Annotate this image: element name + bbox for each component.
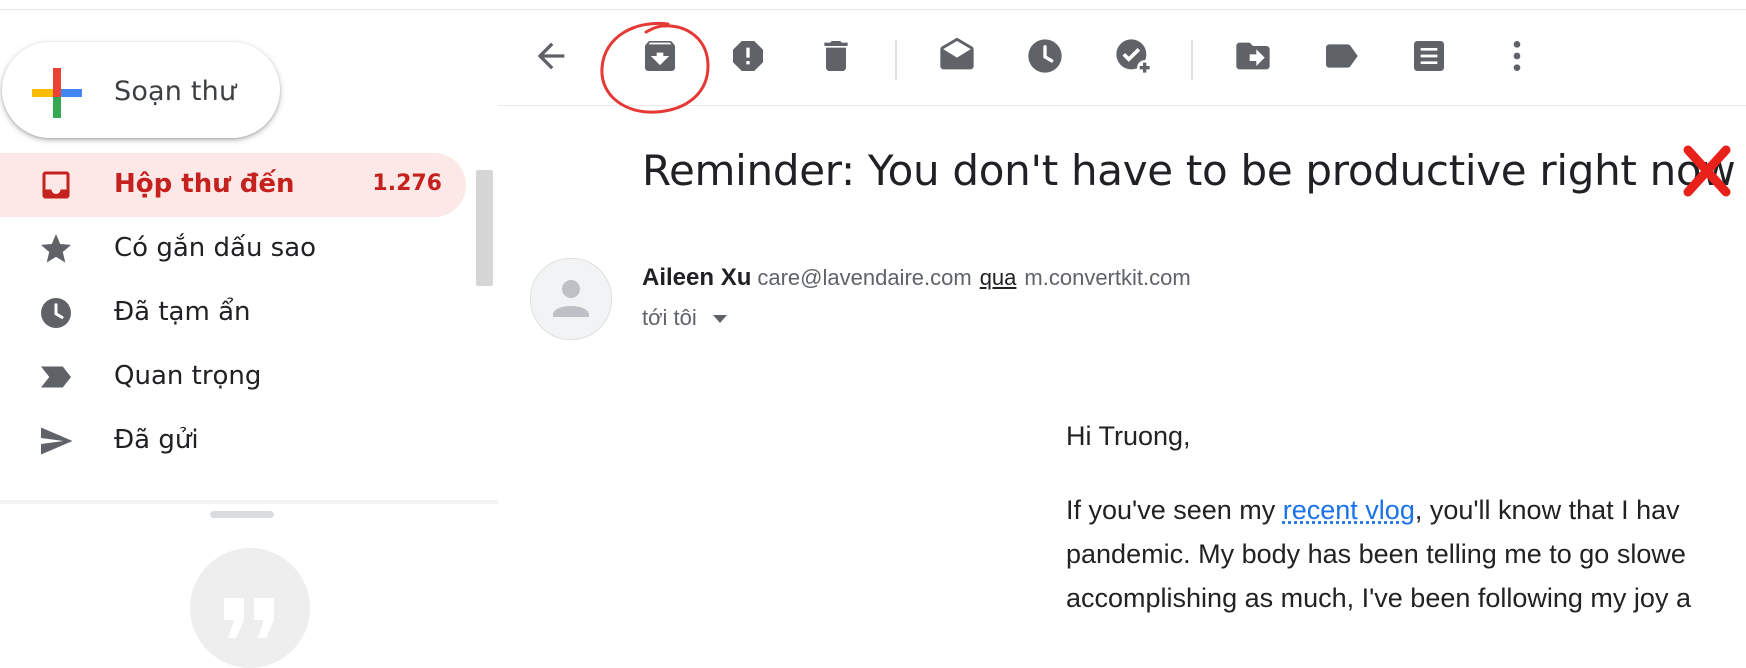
email-body: Hi Truong, If you've seen my recent vlog… xyxy=(1066,414,1746,620)
email-subject: Reminder: You don't have to be productiv… xyxy=(642,146,1735,195)
sidebar: Soạn thư Hộp thư đến 1.276 Có gắn dấu sa… xyxy=(0,10,498,624)
sidebar-item-label: Hộp thư đến xyxy=(114,169,295,199)
details-dropdown-icon[interactable] xyxy=(713,315,727,323)
mark-unread-icon xyxy=(937,36,977,76)
sender-email: care@lavendaire.com xyxy=(757,265,971,290)
clock-icon xyxy=(38,295,74,331)
unread-count: 1.276 xyxy=(372,171,442,196)
sidebar-item-label: Đã gửi xyxy=(114,425,199,455)
cross-mark-icon xyxy=(1682,144,1732,198)
delete-icon xyxy=(816,36,856,76)
sidebar-item-snoozed[interactable]: Đã tạm ẩn xyxy=(0,281,466,345)
sidebar-item-label: Đã tạm ẩn xyxy=(114,297,250,327)
label-icon xyxy=(1321,36,1361,76)
move-to-icon xyxy=(1233,36,1273,76)
sidebar-item-label: Có gắn dấu sao xyxy=(114,233,316,263)
more-options-button[interactable] xyxy=(1497,36,1537,76)
compose-label: Soạn thư xyxy=(114,76,236,107)
report-spam-icon xyxy=(728,36,768,76)
plus-icon xyxy=(32,68,82,118)
sidebar-item-sent[interactable]: Đã gửi xyxy=(0,409,466,473)
recent-vlog-link[interactable]: recent vlog xyxy=(1283,495,1415,525)
body-line: accomplishing as much, I've been followi… xyxy=(1066,576,1746,620)
sidebar-divider xyxy=(0,500,498,504)
avatar xyxy=(530,258,612,340)
sender-line: Aileen Xu care@lavendaire.com qua m.convert… xyxy=(642,264,1191,292)
body-text-segment: If you've seen my xyxy=(1066,495,1283,525)
more-actions-button[interactable] xyxy=(1409,36,1449,76)
via-domain: m.convertkit.com xyxy=(1024,265,1190,290)
annotation-circle xyxy=(596,18,714,116)
greeting: Hi Truong, xyxy=(1066,414,1746,458)
snooze-button[interactable] xyxy=(1025,36,1065,76)
recipient-text: tới tôi xyxy=(642,305,697,330)
body-text-segment: , you'll know that I hav xyxy=(1415,495,1680,525)
via-link[interactable]: qua xyxy=(980,265,1017,290)
toolbar-separator xyxy=(1191,40,1193,80)
back-button[interactable] xyxy=(531,36,571,76)
body-line: pandemic. My body has been telling me to… xyxy=(1066,532,1746,576)
important-icon xyxy=(38,359,74,395)
sidebar-item-label: Quan trọng xyxy=(114,361,261,391)
send-icon xyxy=(38,423,74,459)
sidebar-scrollbar[interactable] xyxy=(476,170,493,286)
hangouts-placeholder xyxy=(190,548,310,668)
more-vert-icon xyxy=(1497,36,1537,76)
back-icon xyxy=(531,36,571,76)
body-line: If you've seen my recent vlog, you'll kn… xyxy=(1066,488,1746,532)
mark-unread-button[interactable] xyxy=(937,36,977,76)
toolbar-separator xyxy=(895,40,897,80)
inbox-icon xyxy=(38,167,74,203)
delete-button[interactable] xyxy=(816,36,856,76)
quote-icon xyxy=(220,598,280,638)
person-icon xyxy=(531,259,611,339)
snooze-icon xyxy=(1025,36,1065,76)
add-to-tasks-button[interactable] xyxy=(1113,36,1153,76)
recipient-line[interactable]: tới tôi xyxy=(642,305,727,331)
add-to-tasks-icon xyxy=(1113,36,1153,76)
more-actions-icon xyxy=(1409,36,1449,76)
resize-handle[interactable] xyxy=(210,511,274,518)
label-button[interactable] xyxy=(1321,36,1361,76)
sidebar-item-important[interactable]: Quan trọng xyxy=(0,345,466,409)
star-icon xyxy=(38,231,74,267)
top-border xyxy=(0,0,1746,10)
sidebar-item-inbox[interactable]: Hộp thư đến 1.276 xyxy=(0,153,466,217)
sidebar-item-starred[interactable]: Có gắn dấu sao xyxy=(0,217,466,281)
report-spam-button[interactable] xyxy=(728,36,768,76)
move-to-button[interactable] xyxy=(1233,36,1273,76)
sender-name[interactable]: Aileen Xu xyxy=(642,264,751,291)
compose-button[interactable]: Soạn thư xyxy=(2,42,280,138)
